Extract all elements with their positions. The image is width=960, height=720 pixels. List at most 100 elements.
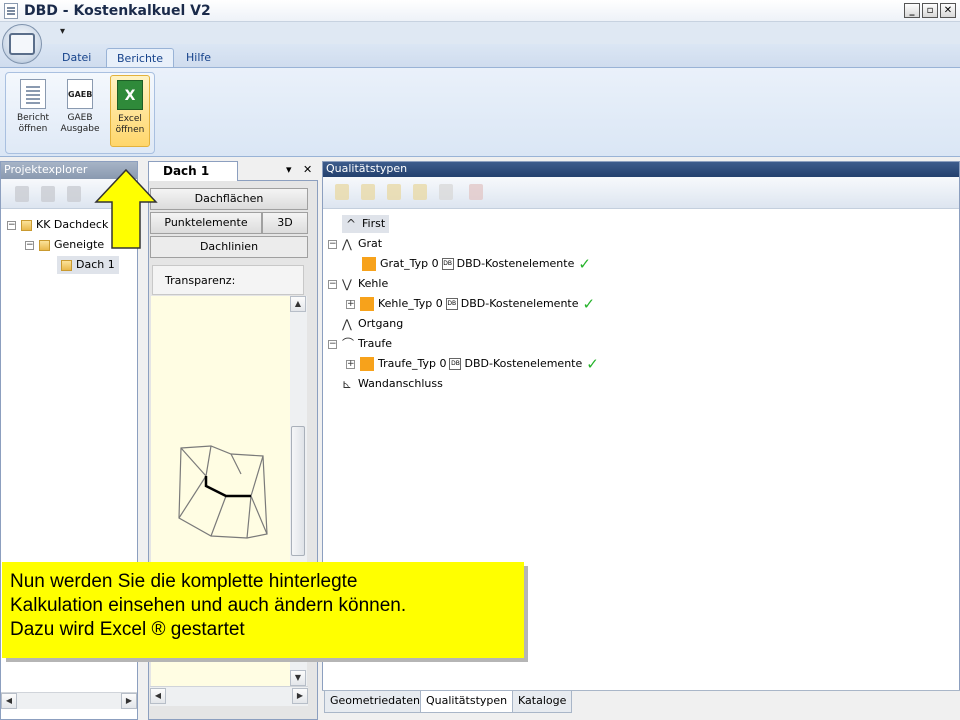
edit-icon[interactable] — [41, 186, 55, 202]
dbd-document-icon: DB — [441, 258, 454, 270]
scroll-left-icon[interactable]: ◀ — [150, 688, 166, 704]
scrollbar-thumb[interactable] — [291, 426, 305, 556]
grat-icon: ⋀ — [342, 237, 352, 251]
folder-icon — [21, 219, 32, 231]
qtype-kehle[interactable]: − ⋁ Kehle — [328, 275, 388, 293]
expand-icon[interactable]: + — [346, 299, 355, 309]
ribbon-tab-strip: Datei Berichte Hilfe — [0, 44, 960, 68]
scroll-left-icon[interactable]: ◀ — [1, 693, 17, 709]
3d-button[interactable]: 3D — [262, 212, 308, 234]
edit-icon[interactable] — [387, 184, 401, 200]
scroll-up-icon[interactable]: ▲ — [290, 296, 306, 312]
house-plan-icon — [9, 33, 35, 55]
gaeb-icon: GAEB — [67, 79, 93, 109]
panel-controls: ▾ ✕ — [286, 163, 312, 176]
folder-icon — [39, 239, 50, 251]
bericht-label-1: Bericht — [16, 113, 50, 123]
dbd-document-icon: DB — [449, 358, 462, 370]
dachlinien-button[interactable]: Dachlinien — [150, 236, 308, 258]
qtype-label: Kehle_Typ 0 — [378, 297, 443, 310]
application-menu-orb[interactable] — [2, 24, 42, 64]
qtype-grat[interactable]: − ⋀ Grat — [328, 235, 382, 253]
scroll-right-icon[interactable]: ▶ — [292, 688, 308, 704]
traufe-icon: ⌒ — [342, 337, 355, 351]
tree-item-geneigte[interactable]: − Geneigte — [25, 236, 104, 254]
tab-qualitaetstypen[interactable]: Qualitätstypen — [420, 691, 514, 713]
tab-hilfe[interactable]: Hilfe — [176, 48, 221, 68]
bericht-oeffnen-button[interactable]: Bericht öffnen — [13, 75, 53, 147]
quick-access-toolbar — [0, 22, 960, 44]
expand-icon[interactable]: + — [346, 359, 355, 369]
bottom-tab-strip: Geometriedaten Qualitätstypen Kataloge — [322, 690, 960, 720]
close-panel-icon[interactable]: ✕ — [303, 163, 312, 176]
collapse-icon[interactable]: − — [328, 279, 337, 289]
mid-horizontal-scrollbar[interactable]: ◀ ▶ — [150, 686, 308, 706]
qtype-label: Wandanschluss — [358, 377, 443, 390]
pin-dropdown-icon[interactable]: ▾ — [286, 163, 292, 176]
color-swatch — [360, 297, 374, 311]
callout-line-3: Dazu wird Excel ® gestartet — [10, 619, 245, 640]
tree-item-dach-1[interactable]: Dach 1 — [57, 256, 119, 274]
horizontal-scrollbar[interactable]: ◀ ▶ — [1, 692, 137, 709]
excel-label-1: Excel — [118, 114, 142, 124]
delete-icon[interactable] — [67, 186, 81, 202]
dbd-kostenelemente-label: DBD-Kostenelemente — [460, 297, 579, 310]
settings-icon[interactable] — [439, 184, 453, 200]
qtype-label: First — [362, 217, 386, 230]
remove-icon[interactable] — [469, 184, 483, 200]
ribbon-group-berichte: Bericht öffnen GAEB GAEB Ausgabe X Excel… — [5, 72, 155, 154]
qtype-grat-typ-0[interactable]: Grat_Typ 0 DB DBD-Kostenelemente ✓ — [362, 255, 591, 273]
qtype-traufe[interactable]: − ⌒ Traufe — [328, 335, 392, 353]
ortgang-icon: ⋀ — [342, 317, 352, 331]
close-button[interactable]: ✕ — [940, 3, 956, 18]
bericht-label-2: öffnen — [18, 124, 48, 134]
color-swatch — [360, 357, 374, 371]
qtype-wandanschluss[interactable]: ⊾ Wandanschluss — [342, 375, 443, 393]
scroll-down-icon[interactable]: ▼ — [290, 670, 306, 686]
qtype-label: Kehle — [358, 277, 389, 290]
qtype-traufe-typ-0[interactable]: + Traufe_Typ 0 DB DBD-Kostenelemente ✓ — [346, 355, 599, 373]
excel-label-2: öffnen — [115, 125, 145, 135]
first-icon: ^ — [346, 217, 357, 231]
excel-icon: X — [117, 80, 143, 110]
ribbon-panel: Bericht öffnen GAEB GAEB Ausgabe X Excel… — [0, 67, 960, 157]
tab-datei[interactable]: Datei — [52, 48, 101, 68]
gaeb-label-1: GAEB — [67, 113, 93, 123]
title-bar: DBD - Kostenkalkuel V2 _ ▫ ✕ — [0, 0, 960, 22]
collapse-icon[interactable]: − — [328, 239, 337, 249]
copy-icon[interactable] — [413, 184, 427, 200]
instruction-callout: Nun werden Sie die komplette hinterlegte… — [2, 562, 524, 658]
dbd-document-icon: DB — [445, 298, 458, 310]
check-icon: ✓ — [582, 295, 596, 313]
excel-oeffnen-button[interactable]: X Excel öffnen — [110, 75, 150, 147]
tab-geometriedaten[interactable]: Geometriedaten — [324, 691, 426, 713]
dachflaechen-button[interactable]: Dachflächen — [150, 188, 308, 210]
restore-button[interactable]: ▫ — [922, 3, 938, 18]
transparenz-label: Transparenz: — [152, 265, 304, 295]
qualitaetstypen-title: Qualitätstypen — [323, 162, 959, 177]
punktelemente-button[interactable]: Punktelemente — [150, 212, 262, 234]
tab-berichte[interactable]: Berichte — [106, 48, 174, 68]
folder-icon — [61, 259, 72, 271]
collapse-icon[interactable]: − — [25, 240, 34, 250]
qtype-first[interactable]: ^ First — [342, 215, 390, 233]
qtype-kehle-typ-0[interactable]: + Kehle_Typ 0 DB DBD-Kostenelemente ✓ — [346, 295, 595, 313]
new-icon[interactable] — [335, 184, 349, 200]
window-title: DBD - Kostenkalkuel V2 — [24, 2, 211, 19]
dbd-kostenelemente-label: DBD-Kostenelemente — [456, 257, 575, 270]
delete-icon[interactable] — [361, 184, 375, 200]
gaeb-ausgabe-button[interactable]: GAEB GAEB Ausgabe — [60, 75, 100, 147]
minimize-button[interactable]: _ — [904, 3, 920, 18]
tab-dach-1[interactable]: Dach 1 — [148, 161, 238, 181]
collapse-icon[interactable]: − — [7, 220, 16, 230]
gaeb-label-2: Ausgabe — [60, 124, 100, 134]
tab-kataloge[interactable]: Kataloge — [512, 691, 573, 713]
add-icon[interactable] — [15, 186, 29, 202]
qtype-label: Traufe_Typ 0 — [378, 357, 447, 370]
quick-access-dropdown-icon[interactable]: ▾ — [60, 26, 65, 37]
qtype-label: Traufe — [358, 337, 392, 350]
collapse-icon[interactable]: − — [328, 339, 337, 349]
qtype-ortgang[interactable]: ⋀ Ortgang — [342, 315, 403, 333]
qualitaetstypen-toolbar — [323, 177, 959, 209]
scroll-right-icon[interactable]: ▶ — [121, 693, 137, 709]
